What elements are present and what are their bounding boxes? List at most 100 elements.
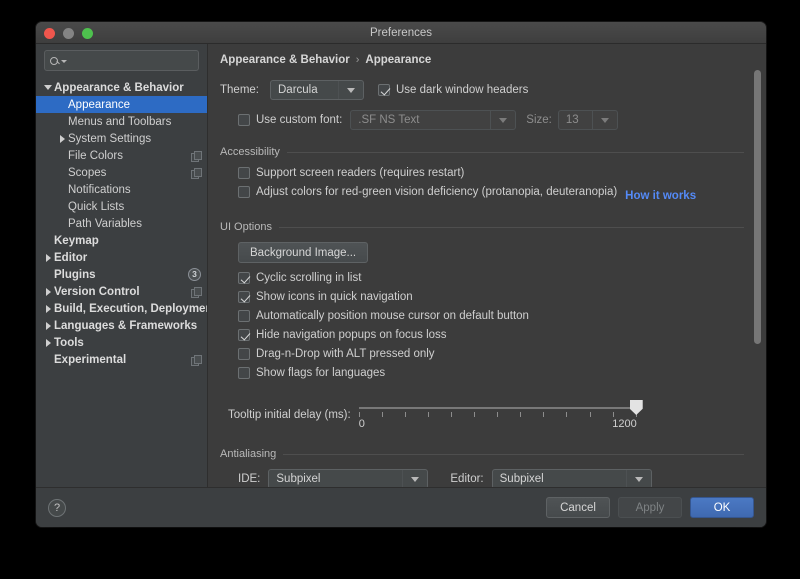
minimize-button[interactable]	[63, 28, 74, 39]
ui-options-list: Cyclic scrolling in list Show icons in q…	[238, 272, 744, 386]
sidebar-item-label: Scopes	[68, 166, 107, 179]
font-size-select[interactable]: 13	[557, 110, 618, 130]
show-flags-languages-label: Show flags for languages	[256, 367, 386, 379]
show-icons-quick-nav-checkbox[interactable]: Show icons in quick navigation	[238, 291, 744, 303]
editor-antialiasing-value: Subpixel	[499, 473, 544, 485]
use-custom-font-checkbox[interactable]: Use custom font:	[238, 114, 342, 126]
slider-min-label: 0	[358, 418, 365, 430]
sidebar-item-experimental[interactable]: Experimental	[36, 351, 207, 368]
copy-icon	[191, 167, 202, 179]
cyclic-scrolling-label: Cyclic scrolling in list	[256, 272, 362, 284]
chevron-right-icon[interactable]	[42, 304, 54, 313]
search-input[interactable]	[44, 50, 199, 71]
settings-sidebar: Appearance & Behavior Appearance Menus and…	[36, 44, 208, 487]
antialiasing-title: Antialiasing	[220, 448, 277, 460]
sidebar-item-label: Version Control	[54, 285, 140, 298]
font-family-value: .SF NS Text	[358, 114, 420, 126]
close-button[interactable]	[44, 28, 55, 39]
drag-drop-alt-checkbox[interactable]: Drag-n-Drop with ALT pressed only	[238, 348, 744, 360]
custom-font-row: Use custom font: .SF NS Text Size: 13	[220, 110, 744, 130]
font-size-value: 13	[565, 114, 579, 126]
window-title: Preferences	[369, 27, 432, 39]
sidebar-item-appearance[interactable]: Appearance	[36, 96, 207, 113]
section-divider	[286, 151, 744, 153]
window-body: Appearance & Behavior Appearance Menus and…	[36, 44, 766, 487]
main-panel-scrollbar[interactable]	[754, 70, 761, 344]
chevron-right-icon[interactable]	[56, 134, 68, 143]
help-button[interactable]: ?	[48, 498, 66, 517]
sidebar-item-languages-frameworks[interactable]: Languages & Frameworks	[36, 317, 207, 334]
section-divider	[278, 226, 744, 228]
slider-track	[358, 407, 637, 409]
background-image-button[interactable]: Background Image...	[238, 242, 369, 263]
checkbox-box	[238, 291, 250, 303]
cyclic-scrolling-checkbox[interactable]: Cyclic scrolling in list	[238, 272, 744, 284]
support-screen-readers-checkbox[interactable]: Support screen readers (requires restart…	[238, 167, 744, 179]
theme-select-value: Darcula	[278, 84, 318, 96]
sidebar-item-appearance-behavior[interactable]: Appearance & Behavior	[36, 79, 207, 96]
preferences-window: Preferences Appearance & Behavior Appeara…	[36, 22, 766, 527]
chevron-down-icon	[338, 81, 361, 99]
footer-actions: Cancel Apply OK	[546, 497, 754, 518]
drag-drop-alt-label: Drag-n-Drop with ALT pressed only	[256, 348, 435, 360]
traffic-lights	[44, 28, 93, 39]
sidebar-item-label: Editor	[54, 251, 88, 264]
copy-icon	[191, 150, 202, 162]
use-dark-window-headers-checkbox[interactable]: Use dark window headers	[378, 84, 528, 96]
font-family-select[interactable]: .SF NS Text	[350, 110, 517, 130]
ok-button[interactable]: OK	[690, 497, 754, 518]
show-icons-quick-nav-label: Show icons in quick navigation	[256, 291, 413, 303]
sidebar-item-label: Menus and Toolbars	[68, 115, 172, 128]
sidebar-item-menus-and-toolbars[interactable]: Menus and Toolbars	[36, 113, 207, 130]
chevron-right-icon[interactable]	[42, 287, 54, 296]
theme-label: Theme:	[220, 84, 259, 96]
chevron-right-icon[interactable]	[42, 321, 54, 330]
sidebar-item-plugins[interactable]: Plugins 3	[36, 266, 207, 283]
settings-tree: Appearance & Behavior Appearance Menus and…	[36, 78, 207, 487]
hide-nav-popups-checkbox[interactable]: Hide navigation popups on focus loss	[238, 329, 744, 341]
theme-select[interactable]: Darcula	[270, 80, 364, 100]
apply-button[interactable]: Apply	[618, 497, 682, 518]
search-icon	[50, 56, 67, 65]
sidebar-item-label: Path Variables	[68, 217, 142, 230]
cancel-button[interactable]: Cancel	[546, 497, 610, 518]
ide-antialiasing-select[interactable]: Subpixel	[268, 469, 429, 487]
sidebar-item-system-settings[interactable]: System Settings	[36, 130, 207, 147]
sidebar-item-keymap[interactable]: Keymap	[36, 232, 207, 249]
sidebar-item-label: Languages & Frameworks	[54, 319, 198, 332]
slider-tick	[427, 412, 429, 417]
chevron-right-icon[interactable]	[42, 338, 54, 347]
ui-options-section-header: UI Options	[220, 221, 744, 233]
auto-position-cursor-label: Automatically position mouse cursor on d…	[256, 310, 529, 322]
chevron-down-icon[interactable]	[42, 85, 54, 90]
accessibility-title: Accessibility	[220, 146, 280, 158]
chevron-right-icon[interactable]	[42, 253, 54, 262]
slider-ticks	[358, 412, 637, 417]
sidebar-item-file-colors[interactable]: File Colors	[36, 147, 207, 164]
sidebar-item-scopes[interactable]: Scopes	[36, 164, 207, 181]
sidebar-item-editor[interactable]: Editor	[36, 249, 207, 266]
show-flags-languages-checkbox[interactable]: Show flags for languages	[238, 367, 744, 379]
editor-antialiasing-select[interactable]: Subpixel	[491, 469, 652, 487]
sidebar-item-quick-lists[interactable]: Quick Lists	[36, 198, 207, 215]
sidebar-item-build-execution-deployment[interactable]: Build, Execution, Deployment	[36, 300, 207, 317]
sidebar-item-label: Keymap	[54, 234, 99, 247]
chevron-down-icon	[591, 111, 615, 129]
sidebar-item-label: File Colors	[68, 149, 123, 162]
slider-tick	[451, 412, 453, 417]
adjust-colors-checkbox[interactable]: Adjust colors for red-green vision defic…	[238, 186, 617, 198]
how-it-works-link[interactable]: How it works	[625, 190, 696, 202]
slider-tick	[474, 412, 476, 417]
use-custom-font-label: Use custom font:	[256, 114, 343, 126]
sidebar-item-version-control[interactable]: Version Control	[36, 283, 207, 300]
sidebar-item-tools[interactable]: Tools	[36, 334, 207, 351]
maximize-button[interactable]	[82, 28, 93, 39]
sidebar-item-notifications[interactable]: Notifications	[36, 181, 207, 198]
sidebar-item-path-variables[interactable]: Path Variables	[36, 215, 207, 232]
auto-position-cursor-checkbox[interactable]: Automatically position mouse cursor on d…	[238, 310, 744, 322]
tooltip-delay-slider[interactable]: 0 1200	[358, 398, 643, 434]
breadcrumb-root[interactable]: Appearance & Behavior	[220, 54, 350, 66]
slider-tick	[520, 412, 522, 417]
slider-tick	[566, 412, 568, 417]
checkbox-box	[238, 167, 250, 179]
